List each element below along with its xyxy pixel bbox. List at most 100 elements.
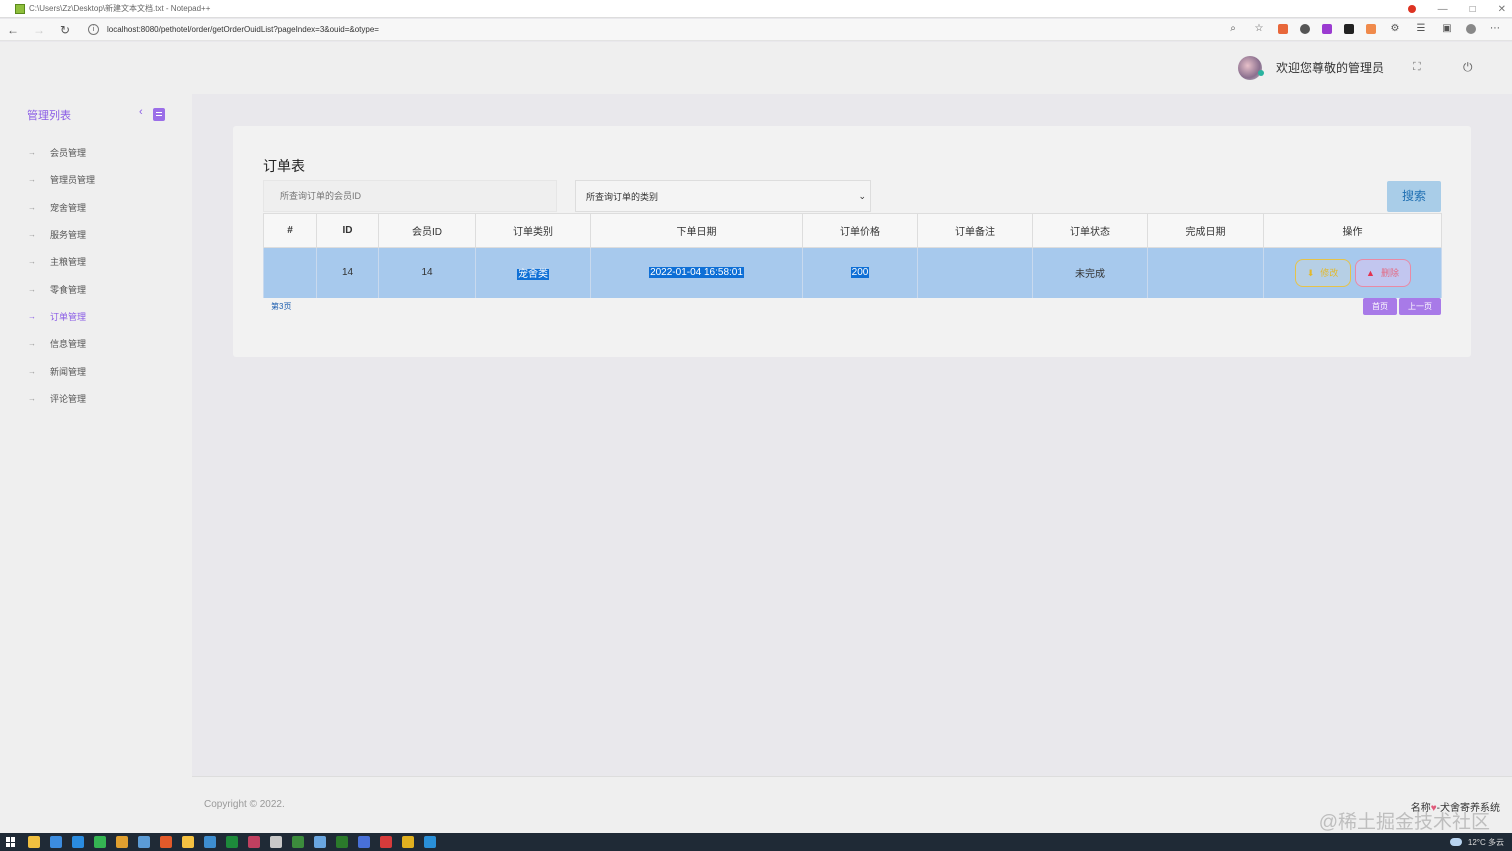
taskbar-app-icon[interactable] bbox=[94, 836, 106, 848]
cell-id: 14 bbox=[316, 247, 379, 298]
taskbar-app-icon[interactable] bbox=[160, 836, 172, 848]
taskbar-app-icon[interactable] bbox=[380, 836, 392, 848]
extension-icon[interactable] bbox=[1322, 24, 1332, 34]
sidebar-item-staple-food[interactable]: → 主粮管理 bbox=[0, 248, 192, 275]
address-bar-url[interactable]: localhost:8080/pethotel/order/getOrderOu… bbox=[107, 25, 379, 34]
favorite-add-icon[interactable]: ☆ bbox=[1252, 22, 1266, 36]
column-header: 完成日期 bbox=[1147, 213, 1264, 248]
weather-cloud-icon bbox=[1449, 838, 1462, 846]
extension-icon[interactable] bbox=[1366, 24, 1376, 34]
taskbar-app-icon[interactable] bbox=[292, 836, 304, 848]
taskbar-app-icon[interactable] bbox=[336, 836, 348, 848]
taskbar-app-icon[interactable] bbox=[314, 836, 326, 848]
sidebar-item-orders[interactable]: → 订单管理 bbox=[0, 303, 192, 330]
site-info-icon[interactable]: i bbox=[88, 24, 99, 35]
admin-avatar[interactable] bbox=[1238, 56, 1262, 80]
sidebar-item-snacks[interactable]: → 零食管理 bbox=[0, 275, 192, 302]
prev-page-button[interactable]: 上一页 bbox=[1399, 298, 1441, 315]
sidebar-item-admins[interactable]: → 管理员管理 bbox=[0, 166, 192, 193]
minimize-button[interactable]: — bbox=[1438, 4, 1448, 15]
column-header: 下单日期 bbox=[590, 213, 803, 248]
column-header: # bbox=[263, 213, 317, 248]
warning-icon: ▲ bbox=[1366, 267, 1375, 278]
windows-start-icon[interactable] bbox=[6, 837, 16, 847]
cell-order-type: 宠舍类 bbox=[475, 247, 591, 298]
logout-power-icon[interactable]: ⏻ bbox=[1463, 60, 1475, 74]
cell-order-note bbox=[917, 247, 1033, 298]
delete-button[interactable]: ▲ 删除 bbox=[1354, 258, 1411, 287]
arrow-right-icon: → bbox=[28, 311, 36, 321]
cell-order-status: 未完成 bbox=[1032, 247, 1148, 298]
extension-icon[interactable] bbox=[1278, 24, 1288, 34]
footer: Copyright © 2022. 名称♥-犬舍寄养系统 @稀土掘金技术社区 bbox=[192, 776, 1512, 833]
cell-index bbox=[263, 247, 317, 298]
forward-button[interactable]: → bbox=[26, 23, 52, 37]
reload-button[interactable]: ↻ bbox=[52, 23, 78, 37]
arrow-right-icon: → bbox=[28, 339, 36, 349]
taskbar-app-icon[interactable] bbox=[424, 836, 436, 848]
extension-icon[interactable] bbox=[1300, 24, 1310, 34]
column-header: 订单状态 bbox=[1032, 213, 1148, 248]
watermark: @稀土掘金技术社区 bbox=[1318, 812, 1490, 833]
maximize-button[interactable]: □ bbox=[1470, 4, 1476, 15]
sidebar-item-news[interactable]: → 新闻管理 bbox=[0, 357, 192, 384]
taskbar-app-icon[interactable] bbox=[116, 836, 128, 848]
edit-button[interactable]: ⬇ 修改 bbox=[1294, 258, 1351, 287]
collections-icon[interactable]: ▣ bbox=[1440, 22, 1454, 36]
arrow-right-icon: → bbox=[28, 366, 36, 376]
taskbar-app-icon[interactable] bbox=[204, 836, 216, 848]
notepad-app-icon bbox=[15, 3, 25, 14]
more-icon[interactable]: ⋯ bbox=[1488, 22, 1502, 36]
sidebar-item-info[interactable]: → 信息管理 bbox=[0, 330, 192, 357]
cell-order-date: 2022-01-04 16:58:01 bbox=[590, 247, 803, 298]
taskbar-app-icon[interactable] bbox=[358, 836, 370, 848]
sidebar-item-kennels[interactable]: → 宠舍管理 bbox=[0, 194, 192, 221]
browser-toolbar: ← → ↻ i localhost:8080/pethotel/order/ge… bbox=[0, 19, 1512, 41]
extensions-puzzle-icon[interactable]: ⚙ bbox=[1388, 22, 1402, 36]
zoom-icon[interactable]: ⌕ bbox=[1226, 22, 1240, 36]
arrow-right-icon: → bbox=[28, 257, 36, 267]
table-header-row: # ID 会员ID 订单类别 下单日期 订单价格 订单备注 订单状态 完成日期 … bbox=[263, 213, 1442, 248]
weather-text: 12°C 多云 bbox=[1467, 837, 1504, 847]
sidebar-item-services[interactable]: → 服务管理 bbox=[0, 221, 192, 248]
close-button[interactable]: ✕ bbox=[1498, 4, 1506, 15]
arrow-right-icon: → bbox=[28, 175, 36, 185]
collapse-chevron-icon[interactable]: ‹ bbox=[139, 106, 143, 118]
taskbar-app-icon[interactable] bbox=[182, 836, 194, 848]
taskbar-app-icon[interactable] bbox=[248, 836, 260, 848]
back-button[interactable]: ← bbox=[0, 23, 26, 37]
sidebar-item-comments[interactable]: → 评论管理 bbox=[0, 385, 192, 412]
order-table-card: 订单表 所查询订单的类别 ⌄ 搜索 # ID 会员ID 订单类别 下单日期 订单… bbox=[233, 126, 1471, 357]
taskbar-app-icon[interactable] bbox=[270, 836, 282, 848]
profile-avatar-icon[interactable] bbox=[1466, 24, 1476, 34]
extension-icon[interactable] bbox=[1344, 24, 1354, 34]
sidebar-item-label: 管理员管理 bbox=[50, 175, 96, 186]
arrow-right-icon: → bbox=[28, 393, 36, 403]
taskbar-app-icon[interactable] bbox=[50, 836, 62, 848]
sidebar-item-label: 服务管理 bbox=[50, 230, 87, 241]
member-id-search-input[interactable] bbox=[263, 180, 557, 212]
order-type-select[interactable]: 所查询订单的类别 ⌄ bbox=[575, 180, 871, 212]
cell-finish-date bbox=[1147, 247, 1264, 298]
search-button[interactable]: 搜索 bbox=[1387, 181, 1441, 212]
chevron-down-icon: ⌄ bbox=[858, 191, 866, 201]
favorites-icon[interactable]: ☰ bbox=[1414, 22, 1428, 36]
column-header: 订单类别 bbox=[475, 213, 591, 248]
fullscreen-icon[interactable]: ⛶ bbox=[1413, 61, 1425, 73]
table-row[interactable]: 14 14 宠舍类 2022-01-04 16:58:01 200 未完成 ⬇ 修… bbox=[263, 247, 1442, 298]
delete-button-label: 删除 bbox=[1380, 267, 1399, 278]
taskbar-app-icon[interactable] bbox=[28, 836, 40, 848]
taskbar-app-icon[interactable] bbox=[226, 836, 238, 848]
online-status-dot bbox=[1258, 70, 1264, 76]
pin-icon[interactable] bbox=[1407, 5, 1416, 13]
sidebar: 管理列表 ‹ → 会员管理 → 管理员管理 → 宠舍管理 → 服务管理 → 主粮管理 → 零… bbox=[0, 94, 192, 833]
taskbar-app-icon[interactable] bbox=[138, 836, 150, 848]
sidebar-item-label: 订单管理 bbox=[50, 311, 87, 322]
taskbar-app-icon[interactable] bbox=[72, 836, 84, 848]
taskbar-app-icon[interactable] bbox=[402, 836, 414, 848]
sidebar-item-members[interactable]: → 会员管理 bbox=[0, 139, 192, 166]
first-page-button[interactable]: 首页 bbox=[1363, 298, 1397, 315]
arrow-right-icon: → bbox=[28, 284, 36, 294]
browser-extensions: ⌕ ☆ ⚙ ☰ ▣ ⋯ bbox=[1226, 22, 1502, 36]
menu-list-icon[interactable] bbox=[153, 108, 165, 121]
